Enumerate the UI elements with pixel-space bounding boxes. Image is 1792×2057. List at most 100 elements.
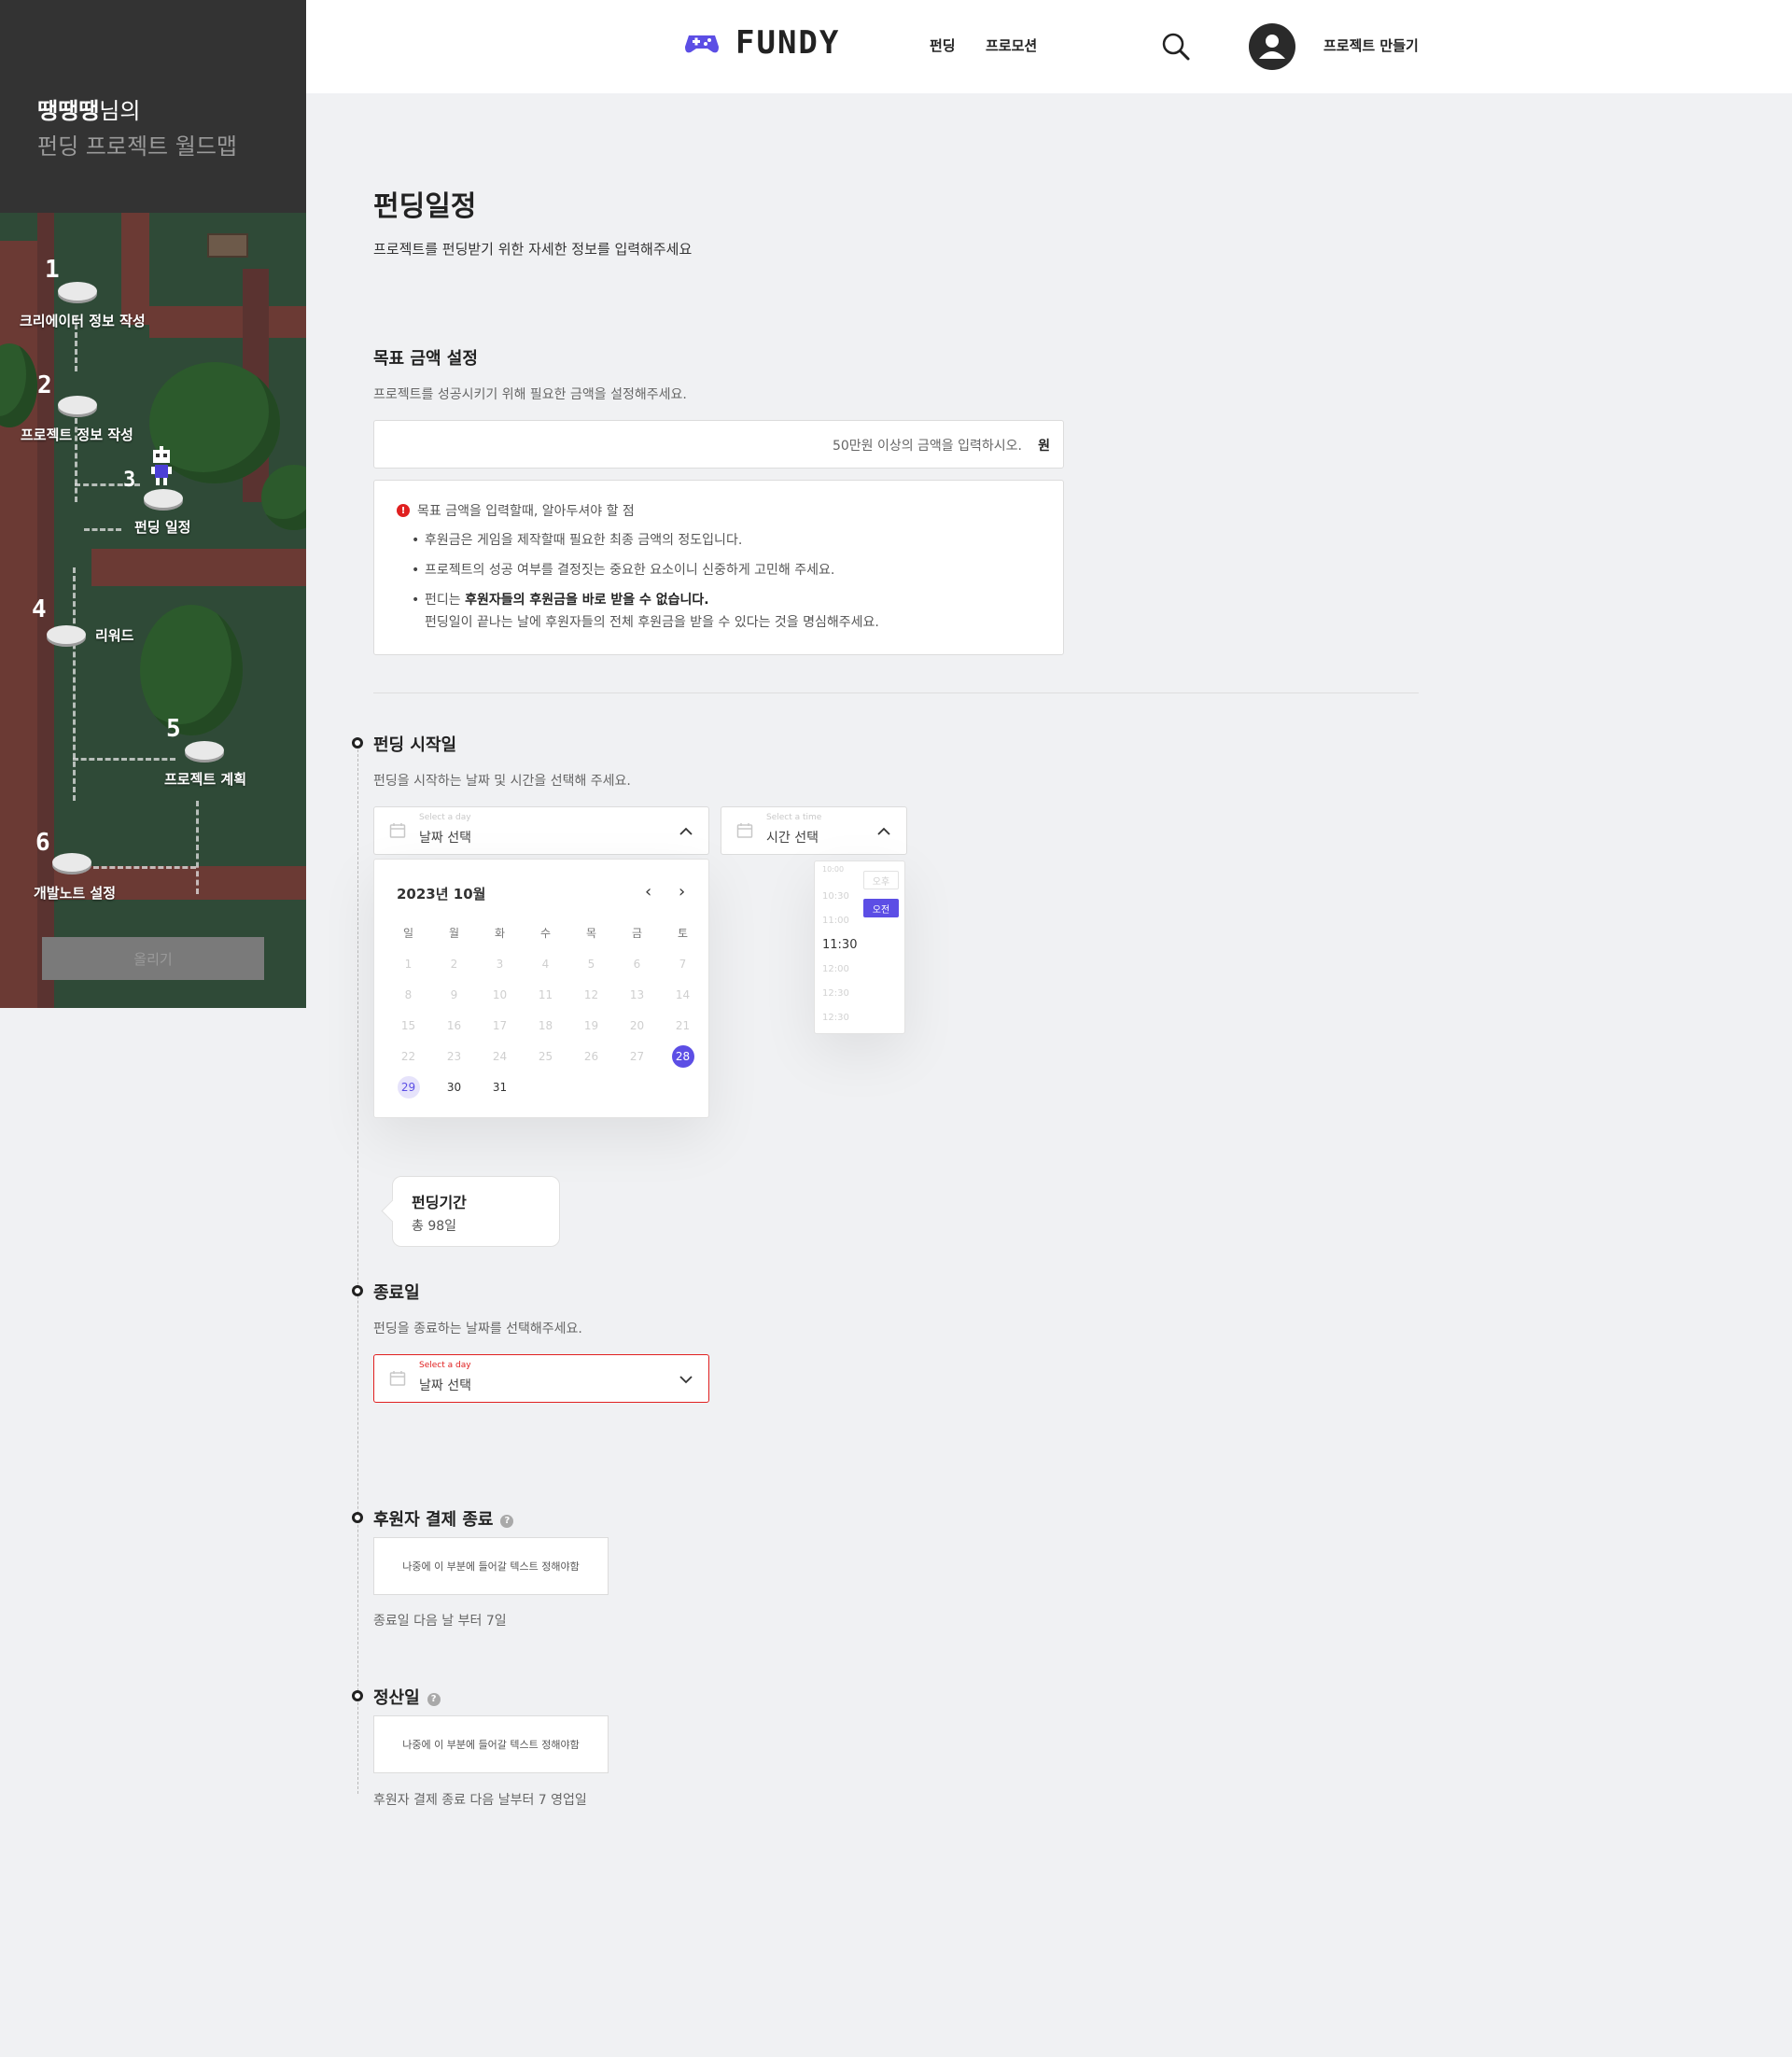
pm-toggle[interactable]: 오후 [863, 871, 899, 889]
calendar-day[interactable]: 2 [431, 948, 477, 979]
nav-promotion-link[interactable]: 프로모션 [986, 35, 1037, 55]
notice-title: 목표 금액을 입력할때, 알아두셔야 할 점 [417, 504, 635, 519]
calendar-popup: 2023년 10월 ‹ › 일 월 화 수 목 금 토 1 2 3 4 5 6 7 8 9 10 11 12 13 14… [373, 859, 709, 1118]
step-5-label[interactable]: 프로젝트 계획 [164, 769, 246, 789]
timeline-dot [352, 1690, 363, 1701]
calendar-day[interactable]: 16 [431, 1010, 477, 1041]
time-option[interactable]: 10:00 [822, 865, 844, 874]
time-option[interactable]: 11:00 [822, 916, 849, 926]
calendar-day[interactable]: 23 [431, 1041, 477, 1071]
next-month-icon[interactable]: › [679, 882, 685, 902]
calendar-day[interactable]: 12 [568, 979, 614, 1010]
calendar-day[interactable]: 18 [523, 1010, 568, 1041]
calendar-day-selected[interactable]: 28 [660, 1041, 706, 1071]
calendar-day[interactable]: 7 [660, 948, 706, 979]
calendar-icon [736, 823, 753, 838]
start-time-select[interactable]: Select a time 시간 선택 [721, 806, 907, 855]
worldmap-title: 펀딩 프로젝트 월드맵 [37, 133, 237, 160]
step-2-pad[interactable] [58, 396, 97, 414]
timeline-dot [352, 1512, 363, 1523]
chevron-up-icon [877, 827, 890, 835]
notice-item: 프로젝트의 성공 여부를 결정짓는 중요한 요소이니 신중하게 고민해 주세요. [412, 559, 879, 581]
goal-title: 목표 금액 설정 [373, 349, 478, 369]
calendar-day[interactable]: 20 [614, 1010, 660, 1041]
calendar-day[interactable]: 8 [385, 979, 431, 1010]
step-2-label[interactable]: 프로젝트 정보 작성 [21, 425, 133, 444]
goal-amount-input[interactable]: 50만원 이상의 금액을 입력하시오. 원 [373, 420, 1064, 469]
am-toggle[interactable]: 오전 [863, 899, 899, 917]
user-avatar-icon[interactable] [1249, 23, 1295, 70]
settlement-heading: 정산일? [373, 1685, 441, 1709]
calendar-day-highlighted[interactable]: 29 [385, 1071, 431, 1102]
notice-item-3-bold: 후원자들의 후원금을 바로 받을 수 없습니다. [465, 593, 709, 608]
calendar-day[interactable]: 11 [523, 979, 568, 1010]
step-4-number: 4 [32, 595, 47, 623]
robot-character-icon [151, 446, 172, 485]
calendar-day[interactable]: 31 [477, 1071, 523, 1102]
logo[interactable]: FUNDY [683, 24, 840, 62]
payment-end-note: 종료일 다음 날 부터 7일 [373, 1614, 507, 1629]
calendar-day[interactable]: 4 [523, 948, 568, 979]
calendar-day[interactable]: 14 [660, 979, 706, 1010]
user-suffix: 님의 [99, 98, 141, 124]
step-6-pad[interactable] [52, 853, 91, 872]
upload-button[interactable]: 올리기 [42, 937, 264, 980]
time-picker-popup: 10:00 10:30 11:00 11:30 12:00 12:30 12:3… [814, 861, 905, 1034]
weekday-label: 목 [585, 927, 597, 940]
prev-month-icon[interactable]: ‹ [645, 882, 651, 902]
calendar-day[interactable]: 21 [660, 1010, 706, 1041]
gamepad-logo-icon [685, 35, 719, 53]
calendar-day[interactable]: 13 [614, 979, 660, 1010]
end-title: 종료일 [373, 1283, 420, 1303]
weekday-label: 금 [631, 927, 643, 940]
calendar-day[interactable]: 9 [431, 979, 477, 1010]
time-option[interactable]: 12:00 [822, 964, 849, 974]
calendar-day[interactable]: 3 [477, 948, 523, 979]
step-4-label[interactable]: 리워드 [95, 625, 133, 645]
calendar-day[interactable]: 10 [477, 979, 523, 1010]
goal-notice: ! 목표 금액을 입력할때, 알아두셔야 할 점 후원금은 게임을 제작할때 필… [373, 480, 1064, 655]
time-option[interactable]: 12:30 [822, 1013, 849, 1023]
step-1-label[interactable]: 크리에이터 정보 작성 [20, 311, 146, 330]
calendar-day[interactable]: 26 [568, 1041, 614, 1071]
help-icon[interactable]: ? [427, 1692, 441, 1706]
timeline-dot [352, 1285, 363, 1296]
weekday-label: 수 [539, 927, 552, 940]
calendar-day[interactable]: 5 [568, 948, 614, 979]
settlement-title: 정산일 [373, 1688, 420, 1708]
chevron-up-icon [679, 827, 693, 835]
step-6-label[interactable]: 개발노트 설정 [34, 883, 116, 903]
nav-funding-link[interactable]: 펀딩 [930, 35, 956, 55]
funding-period-value: 총 98일 [412, 1219, 457, 1234]
settlement-box: 나중에 이 부분에 들어갈 텍스트 정해야함 [373, 1715, 609, 1773]
calendar-day[interactable]: 24 [477, 1041, 523, 1071]
calendar-day[interactable]: 6 [614, 948, 660, 979]
time-option-active[interactable]: 11:30 [822, 938, 857, 952]
calendar-day[interactable]: 27 [614, 1041, 660, 1071]
calendar-day[interactable]: 17 [477, 1010, 523, 1041]
calendar-day[interactable]: 30 [431, 1071, 477, 1102]
help-icon[interactable]: ? [500, 1514, 514, 1528]
calendar-day[interactable]: 25 [523, 1041, 568, 1071]
step-5-number: 5 [166, 715, 181, 743]
make-project-link[interactable]: 프로젝트 만들기 [1323, 35, 1419, 55]
step-5-pad[interactable] [185, 741, 224, 760]
calendar-day[interactable]: 22 [385, 1041, 431, 1071]
chevron-down-icon [679, 1376, 693, 1384]
time-option[interactable]: 12:30 [822, 988, 849, 999]
time-option[interactable]: 10:30 [822, 891, 849, 902]
start-date-select[interactable]: Select a day 날짜 선택 [373, 806, 709, 855]
funding-period-bubble: 펀딩기간 총 98일 [392, 1176, 560, 1247]
calendar-day[interactable]: 15 [385, 1010, 431, 1041]
notice-item-3-prefix: 펀디는 [425, 593, 466, 608]
step-1-pad[interactable] [58, 282, 97, 301]
step-4-pad[interactable] [47, 625, 86, 644]
notice-header: ! 목표 금액을 입력할때, 알아두셔야 할 점 [397, 501, 635, 520]
step-3-label[interactable]: 펀딩 일정 [134, 517, 190, 537]
end-date-select[interactable]: Select a day 날짜 선택 [373, 1354, 709, 1403]
calendar-day[interactable]: 19 [568, 1010, 614, 1041]
step-2-number: 2 [37, 371, 52, 399]
search-icon[interactable] [1161, 32, 1191, 62]
calendar-day[interactable]: 1 [385, 948, 431, 979]
payment-end-heading: 후원자 결제 종료? [373, 1506, 514, 1531]
